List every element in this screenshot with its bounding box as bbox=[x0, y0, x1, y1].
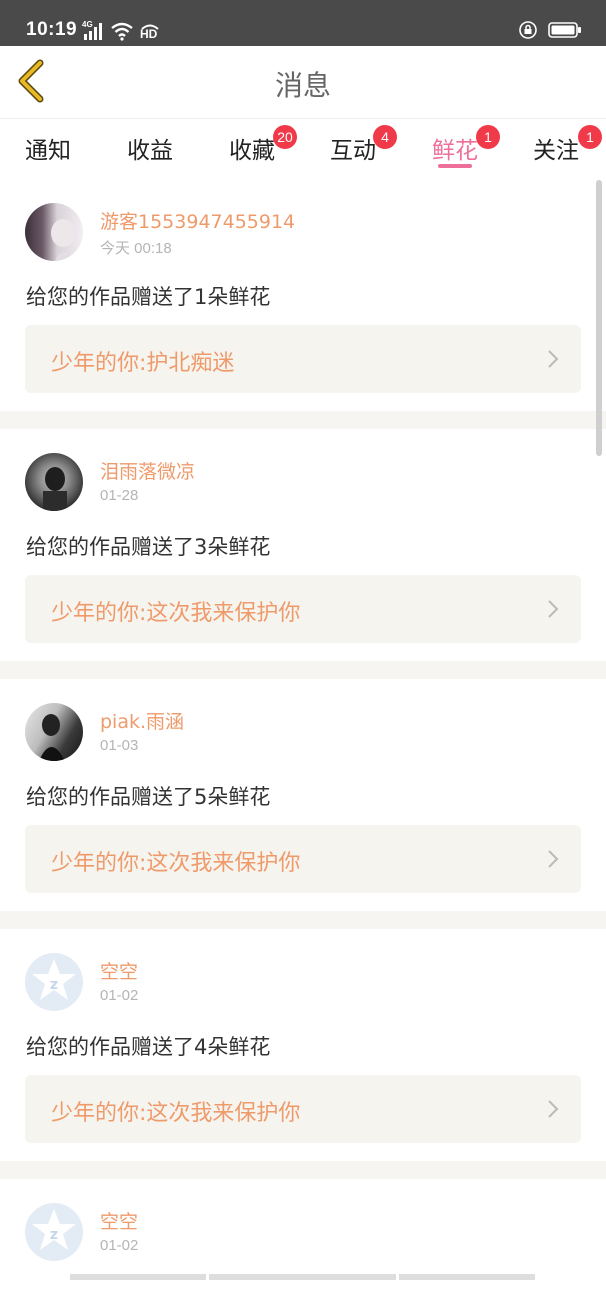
message-card: piak.雨涵 01-03 给您的作品赠送了5朵鲜花 少年的你:这次我来保护你 bbox=[0, 679, 606, 911]
active-tab-indicator bbox=[438, 164, 472, 168]
hd-label: HD bbox=[140, 27, 158, 41]
tab-following[interactable]: 关注 1 bbox=[533, 125, 602, 165]
hd-icon: HD bbox=[139, 21, 161, 41]
tab-label: 鲜花 bbox=[432, 138, 478, 164]
badge-count: 1 bbox=[476, 125, 500, 149]
message-text: 给您的作品赠送了4朵鲜花 bbox=[26, 1035, 271, 1059]
status-time: 10:19 bbox=[26, 19, 78, 40]
signal-icon: 4G bbox=[82, 20, 102, 41]
status-bar: 10:19 4G HD bbox=[0, 0, 606, 46]
work-title: 少年的你:这次我来保护你 bbox=[51, 601, 301, 626]
default-avatar-icon[interactable]: z bbox=[25, 1203, 83, 1261]
message-card: 泪雨落微凉 01-28 给您的作品赠送了3朵鲜花 少年的你:这次我来保护你 bbox=[0, 429, 606, 661]
username[interactable]: 游客1553947455914 bbox=[100, 207, 295, 234]
bottom-edge bbox=[70, 1274, 206, 1280]
tab-favorites[interactable]: 收藏 20 bbox=[229, 125, 297, 165]
chevron-right-icon bbox=[548, 1100, 559, 1118]
message-card: z 空空 01-02 bbox=[0, 1179, 606, 1289]
badge-count: 20 bbox=[273, 125, 297, 149]
svg-text:z: z bbox=[50, 977, 58, 993]
rotation-lock-icon bbox=[518, 20, 538, 40]
message-text: 给您的作品赠送了3朵鲜花 bbox=[26, 535, 271, 559]
tab-label: 收益 bbox=[127, 138, 173, 164]
message-text: 给您的作品赠送了1朵鲜花 bbox=[26, 285, 271, 309]
timestamp: 今天 00:18 bbox=[100, 240, 172, 257]
nav-header: 消息 bbox=[0, 46, 606, 118]
bottom-edge bbox=[399, 1274, 535, 1280]
timestamp: 01-28 bbox=[100, 487, 139, 504]
wifi-icon bbox=[110, 21, 134, 41]
badge-count: 4 bbox=[373, 125, 397, 149]
tab-interactions[interactable]: 互动 4 bbox=[330, 125, 397, 165]
username[interactable]: 空空 bbox=[100, 1207, 138, 1234]
battery-icon bbox=[548, 21, 582, 39]
chevron-right-icon bbox=[548, 600, 559, 618]
default-avatar-icon[interactable]: z bbox=[25, 953, 83, 1011]
status-icons-left: 4G HD bbox=[82, 19, 161, 41]
work-link[interactable]: 少年的你:这次我来保护你 bbox=[25, 575, 581, 643]
tab-bar: 通知 收益 收藏 20 互动 4 鲜花 1 关注 1 bbox=[0, 118, 606, 179]
chevron-right-icon bbox=[548, 350, 559, 368]
tab-notifications[interactable]: 通知 bbox=[25, 131, 71, 165]
tab-label: 互动 bbox=[330, 138, 376, 164]
tab-flowers[interactable]: 鲜花 1 bbox=[432, 125, 500, 165]
status-icons-right bbox=[518, 20, 582, 40]
tab-label: 关注 bbox=[533, 138, 579, 164]
message-card: z 空空 01-02 给您的作品赠送了4朵鲜花 少年的你:这次我来保护你 bbox=[0, 929, 606, 1161]
work-link[interactable]: 少年的你:这次我来保护你 bbox=[25, 1075, 581, 1143]
work-title: 少年的你:这次我来保护你 bbox=[51, 1101, 301, 1126]
tab-label: 通知 bbox=[25, 138, 71, 164]
svg-text:z: z bbox=[50, 1227, 58, 1243]
work-title: 少年的你:护北痴迷 bbox=[51, 351, 235, 376]
tab-earnings[interactable]: 收益 bbox=[127, 131, 173, 165]
message-text: 给您的作品赠送了5朵鲜花 bbox=[26, 785, 271, 809]
bottom-edge bbox=[209, 1274, 396, 1280]
avatar[interactable] bbox=[25, 203, 83, 261]
work-link[interactable]: 少年的你:护北痴迷 bbox=[25, 325, 581, 393]
avatar[interactable] bbox=[25, 453, 83, 511]
work-title: 少年的你:这次我来保护你 bbox=[51, 851, 301, 876]
timestamp: 01-03 bbox=[100, 737, 139, 754]
avatar[interactable] bbox=[25, 703, 83, 761]
chevron-right-icon bbox=[548, 850, 559, 868]
timestamp: 01-02 bbox=[100, 1237, 139, 1254]
tab-label: 收藏 bbox=[229, 138, 275, 164]
scrollbar[interactable] bbox=[596, 180, 602, 456]
timestamp: 01-02 bbox=[100, 987, 139, 1004]
message-card: 游客1553947455914 今天 00:18 给您的作品赠送了1朵鲜花 少年… bbox=[0, 179, 606, 411]
work-link[interactable]: 少年的你:这次我来保护你 bbox=[25, 825, 581, 893]
page-title: 消息 bbox=[274, 69, 331, 102]
username[interactable]: 空空 bbox=[100, 957, 138, 984]
username[interactable]: 泪雨落微凉 bbox=[100, 457, 195, 484]
username[interactable]: piak.雨涵 bbox=[100, 707, 184, 734]
badge-count: 1 bbox=[578, 125, 602, 149]
